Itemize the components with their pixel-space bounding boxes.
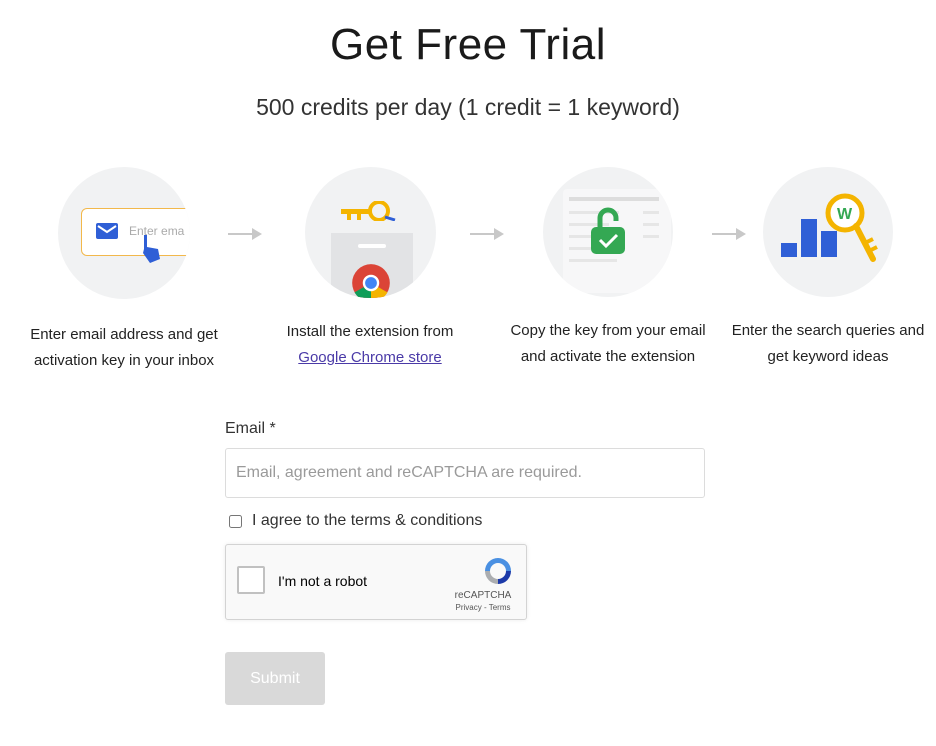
keyword-ideas-illustration-icon: W xyxy=(763,167,893,297)
trial-form: Email * I agree to the terms & condition… xyxy=(225,420,705,705)
agree-checkbox[interactable] xyxy=(229,514,242,528)
submit-button[interactable]: Submit xyxy=(225,652,325,705)
arrow-right-icon xyxy=(228,228,262,240)
step-3-text: Copy the key from your email and activat… xyxy=(510,322,706,365)
recaptcha-brand: reCAPTCHA xyxy=(454,590,512,601)
chrome-store-link[interactable]: Google Chrome store xyxy=(298,349,441,366)
step-3: Copy the key from your email and activat… xyxy=(508,167,708,370)
email-field[interactable] xyxy=(225,448,705,498)
chrome-store-illustration-icon xyxy=(304,167,436,298)
page-title: Get Free Trial xyxy=(330,20,606,69)
svg-text:W: W xyxy=(837,206,853,223)
recaptcha-logo-icon xyxy=(485,558,511,584)
recaptcha-links[interactable]: Privacy - Terms xyxy=(453,603,513,612)
agree-row[interactable]: I agree to the terms & conditions xyxy=(225,512,705,530)
step-4-text: Enter the search queries and get keyword… xyxy=(731,322,925,365)
unlock-key-illustration-icon xyxy=(543,167,673,297)
step-2-text-before: Install the extension from xyxy=(286,323,454,340)
email-label: Email * xyxy=(225,420,276,437)
recaptcha-label: I'm not a robot xyxy=(278,573,368,589)
email-input-illustration-icon: Enter ema xyxy=(58,167,190,299)
page-subtitle: 500 credits per day (1 credit = 1 keywor… xyxy=(256,94,680,120)
recaptcha-widget: I'm not a robot reCAPTCHA Privacy - Term… xyxy=(225,544,527,620)
agree-label: I agree to the terms & conditions xyxy=(252,512,483,529)
step-1: Enter ema Enter email address and get ac… xyxy=(24,167,224,374)
step-1-text: Enter email address and get activation k… xyxy=(30,326,218,369)
step-2-text: Install the extension from Google Chrome… xyxy=(270,319,470,371)
step-4: W Enter the search queries and get keywo… xyxy=(728,167,928,370)
recaptcha-checkbox[interactable] xyxy=(237,566,265,594)
arrow-right-icon xyxy=(470,228,504,240)
step-2: Install the extension from Google Chrome… xyxy=(270,167,470,371)
